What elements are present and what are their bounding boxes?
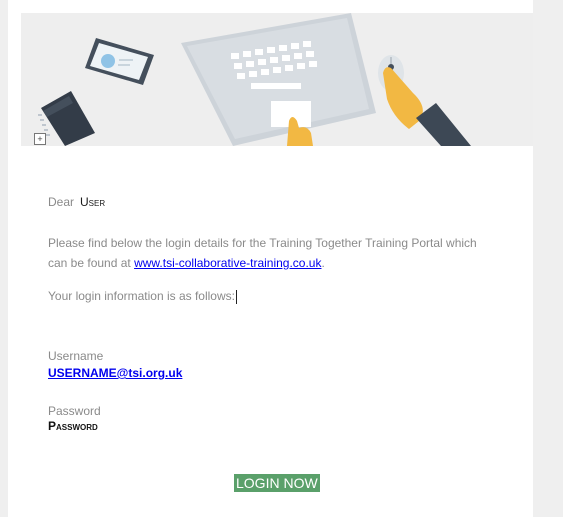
username-value[interactable]: USERNAME@tsi.org.uk bbox=[48, 366, 182, 380]
recipient-name: User bbox=[80, 195, 106, 209]
greeting-line: Dear User bbox=[48, 195, 105, 209]
hero-illustration bbox=[21, 13, 533, 146]
text-caret bbox=[235, 289, 237, 304]
paragraph-end: . bbox=[321, 256, 325, 270]
left-margin bbox=[0, 0, 8, 517]
portal-link[interactable]: www.tsi-collaborative-training.co.uk bbox=[134, 256, 321, 270]
hand-icon bbox=[383, 67, 471, 146]
email-card: + Dear User Please find below the login d… bbox=[21, 0, 533, 517]
password-label: Password bbox=[48, 404, 101, 418]
laptop-icon bbox=[181, 13, 376, 146]
password-value: Password bbox=[48, 419, 98, 433]
login-info-intro: Your login information is as follows: bbox=[48, 289, 237, 304]
login-now-button[interactable]: LOGIN NOW bbox=[234, 474, 320, 492]
username-label: Username bbox=[48, 349, 104, 363]
notebook-icon bbox=[38, 91, 95, 146]
intro-paragraph: Please find below the login details for … bbox=[48, 233, 498, 273]
right-scroll-area bbox=[533, 0, 563, 517]
login-info-text: Your login information is as follows: bbox=[48, 289, 235, 303]
phone-icon bbox=[85, 38, 154, 85]
greeting-label: Dear bbox=[48, 195, 75, 209]
move-table-icon[interactable]: + bbox=[34, 133, 46, 145]
